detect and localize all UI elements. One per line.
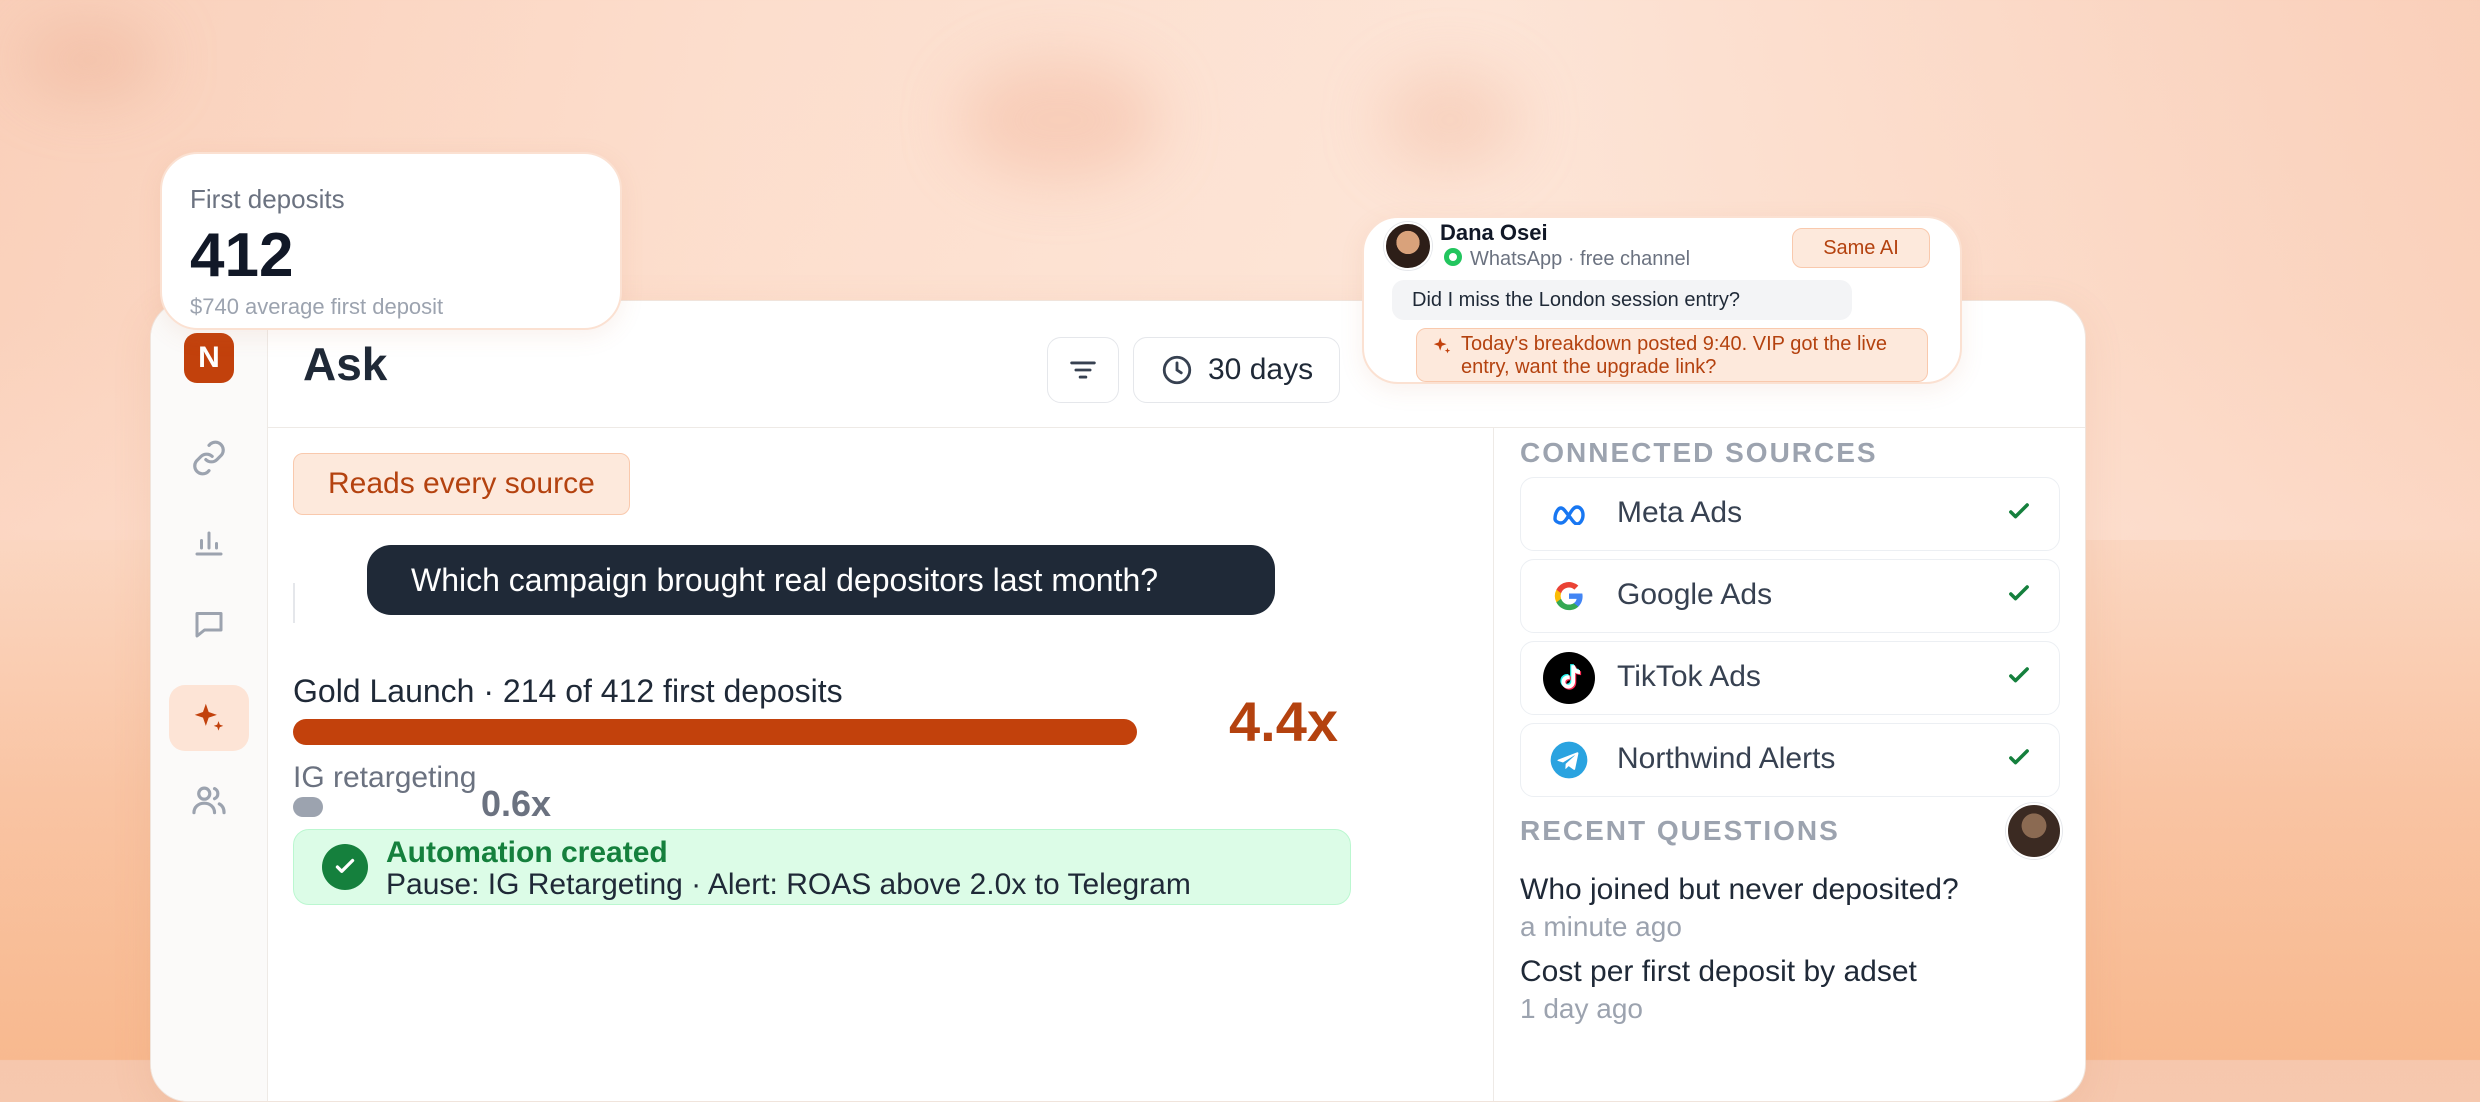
- ai-reply-text: Today's breakdown posted 9:40. VIP got t…: [1461, 333, 1887, 378]
- source-name: TikTok Ads: [1617, 660, 1761, 693]
- automation-banner: Automation created Pause: IG Retargeting…: [293, 829, 1351, 905]
- sidebar-item-analytics[interactable]: [169, 509, 249, 575]
- ask-panel: Reads every source Which campaign brough…: [267, 427, 1493, 1101]
- app-window: N Ask 30 days Reads every source Which c…: [150, 300, 2086, 1102]
- sparkle-icon: [194, 703, 224, 731]
- divider: [293, 583, 295, 623]
- recent-question[interactable]: Who joined but never deposited?: [1520, 873, 1959, 907]
- bar-chart-icon: [195, 531, 223, 556]
- app-logo[interactable]: N: [184, 333, 234, 383]
- check-icon: [2005, 580, 2033, 613]
- date-range-label: 30 days: [1208, 353, 1314, 386]
- result-bar: [293, 719, 1137, 745]
- chat-preview-card: Dana Osei WhatsApp · free channel Same A…: [1362, 216, 1962, 384]
- secondary-multiplier: 0.6x: [481, 783, 552, 824]
- connected-sources-heading: CONNECTED SOURCES: [1520, 437, 1878, 468]
- filter-icon: [1070, 361, 1096, 379]
- sidebar: N: [151, 301, 268, 1101]
- sidebar-item-links[interactable]: [169, 425, 249, 491]
- whatsapp-icon: [1444, 248, 1462, 266]
- avatar: [1384, 222, 1432, 270]
- page-title: Ask: [303, 338, 388, 390]
- google-icon: [1543, 570, 1595, 622]
- source-google-ads[interactable]: Google Ads: [1520, 559, 2060, 633]
- result-bar-fill: [293, 719, 1137, 745]
- source-name: Meta Ads: [1617, 496, 1743, 529]
- source-northwind-alerts[interactable]: Northwind Alerts: [1520, 723, 2060, 797]
- source-tiktok-ads[interactable]: TikTok Ads: [1520, 641, 2060, 715]
- tiktok-icon: [1543, 652, 1595, 704]
- sparkle-icon: [1433, 337, 1451, 354]
- meta-icon: [1543, 488, 1595, 540]
- automation-title: Automation created: [386, 836, 668, 869]
- deposits-value: 412: [190, 221, 294, 290]
- sidebar-item-messages[interactable]: [169, 591, 249, 657]
- right-panel: CONNECTED SOURCES Meta Ads Google Ads Ti…: [1493, 427, 2085, 1101]
- automation-description: Pause: IG Retargeting · Alert: ROAS abov…: [386, 868, 1191, 901]
- date-range-button[interactable]: 30 days: [1133, 337, 1341, 403]
- result-title: Gold Launch · 214 of 412 first deposits: [293, 673, 843, 709]
- ai-reply: Today's breakdown posted 9:40. VIP got t…: [1416, 328, 1928, 382]
- question-bubble: Which campaign brought real depositors l…: [367, 545, 1275, 615]
- secondary-bar-fill: [293, 797, 324, 817]
- same-ai-badge: Same AI: [1792, 228, 1930, 268]
- filter-button[interactable]: [1047, 337, 1119, 403]
- recent-question-time: a minute ago: [1520, 911, 1682, 942]
- sidebar-item-ask[interactable]: [169, 685, 249, 751]
- check-circle-icon: [322, 844, 368, 890]
- check-icon: [2005, 662, 2033, 695]
- source-name: Google Ads: [1617, 578, 1773, 611]
- result-multiplier: 4.4x: [1229, 690, 1338, 753]
- telegram-icon: [1543, 734, 1595, 786]
- source-meta-ads[interactable]: Meta Ads: [1520, 477, 2060, 551]
- recent-question[interactable]: Cost per first deposit by adset: [1520, 955, 1917, 989]
- contact-channel: WhatsApp · free channel: [1470, 248, 1691, 270]
- recent-question-time: 1 day ago: [1520, 993, 1643, 1024]
- deposits-subtitle: $740 average first deposit: [190, 294, 444, 319]
- deposits-label: First deposits: [190, 184, 345, 214]
- users-icon: [192, 786, 226, 815]
- clock-icon: [1162, 355, 1192, 385]
- secondary-label: IG retargeting: [293, 761, 477, 794]
- secondary-bar: [293, 797, 453, 817]
- source-name: Northwind Alerts: [1617, 742, 1836, 775]
- chat-icon: [195, 612, 223, 638]
- background-blur: [1380, 70, 1520, 170]
- check-icon: [2005, 498, 2033, 531]
- avatar: [2006, 803, 2062, 859]
- background-blur: [20, 20, 160, 100]
- background-blur: [960, 60, 1160, 180]
- check-icon: [2005, 744, 2033, 777]
- recent-questions-heading: RECENT QUESTIONS: [1520, 815, 1840, 846]
- sidebar-item-users[interactable]: [169, 767, 249, 833]
- reads-sources-pill: Reads every source: [293, 453, 630, 515]
- first-deposits-card: First deposits 412 $740 average first de…: [160, 152, 622, 330]
- link-icon: [193, 440, 225, 476]
- contact-name: Dana Osei: [1440, 220, 1548, 245]
- incoming-message: Did I miss the London session entry?: [1392, 280, 1852, 320]
